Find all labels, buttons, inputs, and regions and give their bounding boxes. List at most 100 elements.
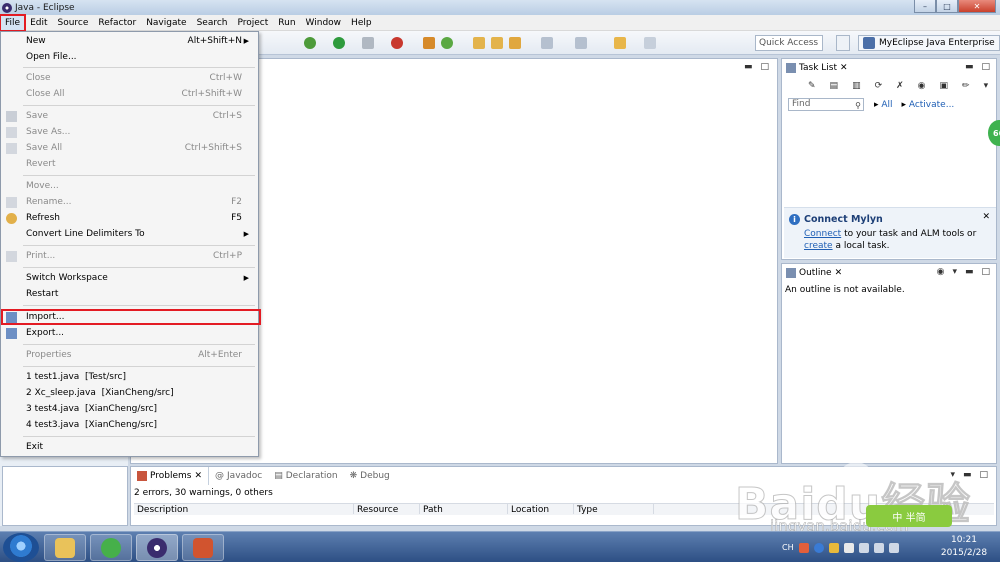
tab-declaration[interactable]: ▤ Declaration	[268, 467, 343, 485]
menu-item-export[interactable]: Export...	[1, 325, 258, 341]
focus-icon[interactable]: ◉	[918, 81, 926, 91]
minimize-view-icon[interactable]: ▬	[965, 267, 974, 277]
menu-item-rename[interactable]: Rename... F2	[1, 194, 258, 210]
taskbar-powerpoint[interactable]	[182, 534, 224, 561]
menu-item-recent-1[interactable]: 1 test1.java [Test/src]	[1, 369, 258, 385]
minimize-view-icon[interactable]: ▬	[965, 62, 974, 72]
sync-icon[interactable]: ⟳	[875, 81, 883, 91]
menu-source[interactable]: Source	[53, 15, 94, 31]
close-tab-icon[interactable]: ✕	[840, 63, 848, 73]
view-menu-icon[interactable]: ▾	[984, 81, 989, 91]
maximize-button[interactable]: □	[936, 0, 958, 13]
column-type[interactable]: Type	[574, 504, 654, 514]
ime-tray-icon[interactable]	[798, 542, 809, 553]
menu-item-recent-3[interactable]: 3 test4.java [XianCheng/src]	[1, 401, 258, 417]
perspective-switcher[interactable]: MyEclipse Java Enterprise	[858, 35, 1000, 51]
scheduled-icon[interactable]: ▥	[852, 81, 861, 91]
help-tray-icon[interactable]	[813, 542, 824, 553]
menu-item-new[interactable]: New Alt+Shift+N ▶	[1, 33, 258, 49]
activate-link[interactable]: Activate...	[909, 100, 954, 110]
edit-icon[interactable]: ✏	[962, 81, 970, 91]
filter-all-link[interactable]: All	[881, 100, 892, 110]
menu-navigate[interactable]: Navigate	[141, 15, 191, 31]
ime-indicator[interactable]: 中 半简	[866, 505, 952, 527]
menu-item-revert[interactable]: Revert	[1, 156, 258, 172]
close-tab-icon[interactable]: ✕	[835, 268, 843, 278]
forward-icon[interactable]	[644, 37, 656, 49]
menu-search[interactable]: Search	[192, 15, 233, 31]
bug-icon[interactable]	[304, 37, 316, 49]
menu-refactor[interactable]: Refactor	[93, 15, 141, 31]
focus-icon[interactable]: ◉	[937, 267, 945, 277]
close-button[interactable]: ✕	[958, 0, 996, 13]
annotation-icon[interactable]	[541, 37, 553, 49]
quick-access-field[interactable]: Quick Access	[755, 35, 823, 51]
menu-item-recent-4[interactable]: 4 test3.java [XianCheng/src]	[1, 417, 258, 433]
clock[interactable]: 10:21 2015/2/28	[934, 534, 994, 560]
tab-task-list[interactable]: Task List ✕	[786, 63, 848, 73]
menu-item-refresh[interactable]: Refresh F5	[1, 210, 258, 226]
taskbar-eclipse[interactable]	[136, 534, 178, 561]
new-package-icon[interactable]	[441, 37, 453, 49]
run-icon[interactable]	[333, 37, 345, 49]
back-icon[interactable]	[614, 37, 626, 49]
maximize-view-icon[interactable]: □	[979, 470, 988, 480]
menu-item-properties[interactable]: Properties Alt+Enter	[1, 347, 258, 363]
minimize-button[interactable]: –	[914, 0, 936, 13]
maximize-view-icon[interactable]: □	[760, 62, 769, 72]
open-type-icon[interactable]	[491, 37, 503, 49]
menu-item-recent-2[interactable]: 2 Xc_sleep.java [XianCheng/src]	[1, 385, 258, 401]
column-description[interactable]: Description	[134, 504, 354, 514]
taskbar-explorer[interactable]	[44, 534, 86, 561]
menu-item-move[interactable]: Move...	[1, 178, 258, 194]
hide-completed-icon[interactable]: ✗	[896, 81, 904, 91]
close-tab-icon[interactable]: ✕	[194, 471, 202, 481]
view-menu-icon[interactable]: ▾	[952, 267, 957, 277]
menu-item-save[interactable]: Save Ctrl+S	[1, 108, 258, 124]
next-annotation-icon[interactable]	[575, 37, 587, 49]
menu-item-exit[interactable]: Exit	[1, 439, 258, 455]
task-find-input[interactable]: Find ⚲	[788, 98, 864, 111]
volume-icon[interactable]	[888, 542, 899, 553]
tab-javadoc[interactable]: @ Javadoc	[209, 467, 268, 485]
new-task-icon[interactable]: ✎	[808, 81, 816, 91]
menu-window[interactable]: Window	[301, 15, 347, 31]
tab-debug[interactable]: ❋ Debug	[344, 467, 396, 485]
server-icon[interactable]	[391, 37, 403, 49]
menu-item-switch-workspace[interactable]: Switch Workspace ▶	[1, 270, 258, 286]
search-toolbar-icon[interactable]	[509, 37, 521, 49]
menu-item-convert-line-delimiters[interactable]: Convert Line Delimiters To ▶	[1, 226, 258, 242]
connect-link[interactable]: Connect	[804, 229, 841, 239]
column-location[interactable]: Location	[508, 504, 574, 514]
menu-project[interactable]: Project	[232, 15, 273, 31]
flag-icon[interactable]	[858, 542, 869, 553]
menu-item-restart[interactable]: Restart	[1, 286, 258, 302]
menu-item-print[interactable]: Print... Ctrl+P	[1, 248, 258, 264]
tray-app-icon[interactable]	[828, 542, 839, 553]
menu-edit[interactable]: Edit	[25, 15, 52, 31]
external-tools-icon[interactable]	[362, 37, 374, 49]
create-link[interactable]: create	[804, 241, 833, 251]
menu-item-close[interactable]: Close Ctrl+W	[1, 70, 258, 86]
show-hidden-icons[interactable]	[843, 542, 854, 553]
tab-outline[interactable]: Outline ✕	[786, 268, 842, 278]
menu-item-open-file[interactable]: Open File...	[1, 49, 258, 65]
collapse-all-icon[interactable]: ▣	[940, 81, 949, 91]
open-folder-icon[interactable]	[473, 37, 485, 49]
language-indicator[interactable]: CH	[782, 543, 794, 552]
network-icon[interactable]	[873, 542, 884, 553]
menu-run[interactable]: Run	[273, 15, 300, 31]
menu-help[interactable]: Help	[346, 15, 377, 31]
menu-item-save-all[interactable]: Save All Ctrl+Shift+S	[1, 140, 258, 156]
new-java-class-icon[interactable]	[423, 37, 435, 49]
column-path[interactable]: Path	[420, 504, 508, 514]
maximize-view-icon[interactable]: □	[981, 267, 990, 277]
maximize-view-icon[interactable]: □	[981, 62, 990, 72]
open-perspective-button[interactable]	[836, 35, 850, 51]
tab-problems[interactable]: Problems ✕	[131, 467, 210, 485]
menu-item-close-all[interactable]: Close All Ctrl+Shift+W	[1, 86, 258, 102]
start-button[interactable]	[3, 533, 39, 562]
categorized-icon[interactable]: ▤	[830, 81, 839, 91]
taskbar-360[interactable]	[90, 534, 132, 561]
menu-file[interactable]: File	[0, 13, 27, 32]
